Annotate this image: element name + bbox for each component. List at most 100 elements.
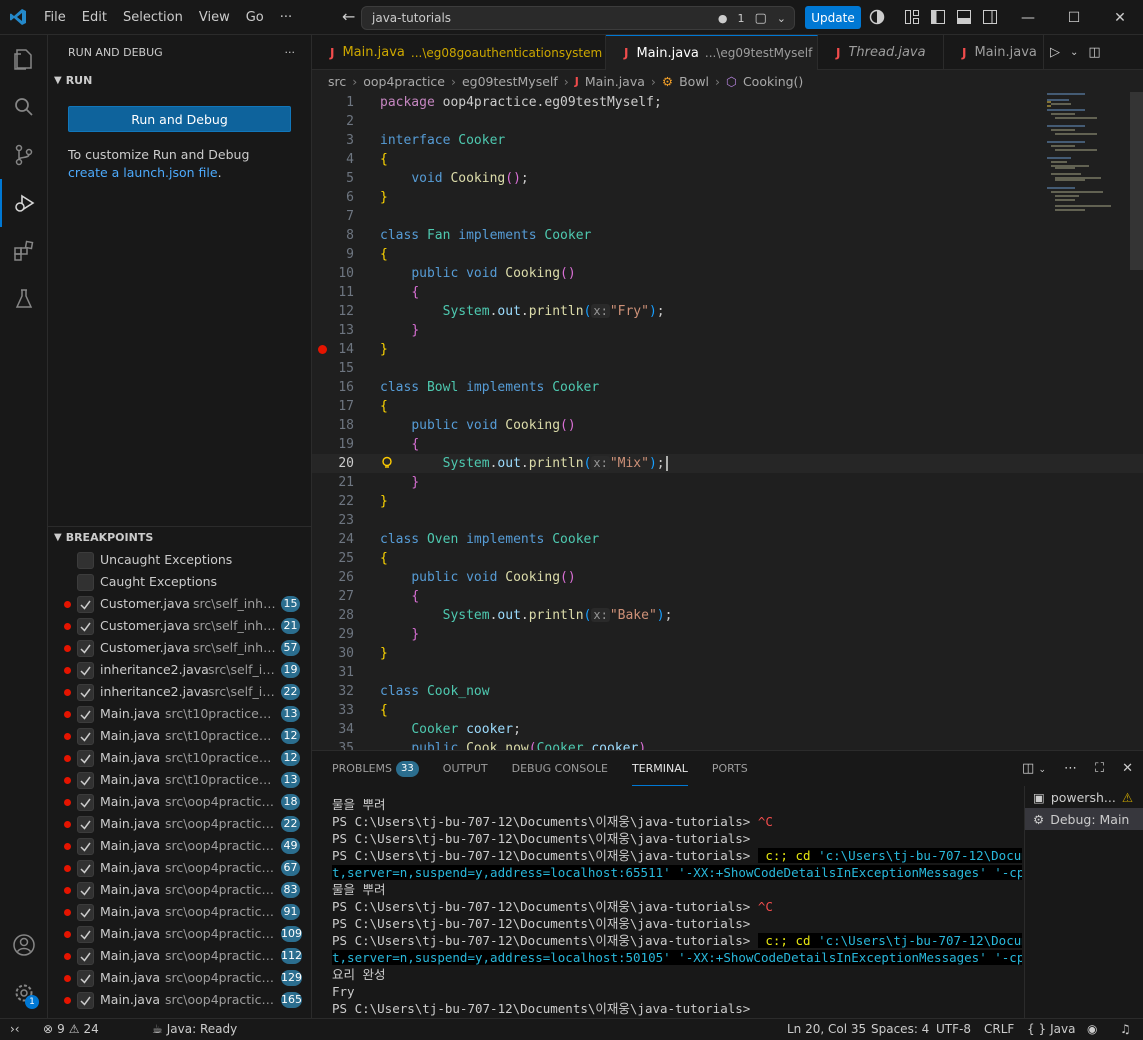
menu-file[interactable]: File — [36, 0, 74, 35]
source-control-icon[interactable] — [0, 131, 48, 179]
code-line[interactable]: 3 interface Cooker — [312, 131, 1143, 150]
tab-problems[interactable]: PROBLEMS 33 — [332, 751, 419, 786]
toggle-panel-icon[interactable] — [956, 9, 972, 25]
line-ending[interactable]: CRLF — [984, 1022, 1014, 1036]
code-line[interactable]: 11 { — [312, 283, 1143, 302]
breakpoint-row[interactable]: Main.java src\t10practices\e... 12 — [48, 747, 311, 769]
explorer-icon[interactable] — [0, 35, 48, 83]
menu-go[interactable]: Go — [238, 0, 272, 35]
code-line[interactable]: 7 — [312, 207, 1143, 226]
breakpoint-row[interactable]: Main.java src\oop4practice... 112 — [48, 945, 311, 967]
split-editor-icon[interactable]: ◫ — [1088, 45, 1100, 60]
run-file-icon[interactable]: ▷ — [1050, 45, 1060, 60]
maximize-panel-icon[interactable]: ⛶ — [1095, 761, 1104, 776]
checkbox-checked[interactable] — [77, 662, 94, 679]
tab-main-eg09[interactable]: J Main.java ...\eg09testMyself ✕ — [606, 35, 818, 70]
more-actions-icon[interactable]: ··· — [285, 35, 296, 70]
minimize-icon[interactable]: — — [1005, 0, 1051, 35]
menu-edit[interactable]: Edit — [74, 0, 115, 35]
breakpoint-row[interactable]: Customer.javasrc\self_inhrit... 57 — [48, 637, 311, 659]
testing-flask-icon[interactable] — [0, 275, 48, 323]
code-line[interactable]: 27 { — [312, 587, 1143, 606]
breakpoint-row[interactable]: Customer.javasrc\self_inhrit... 21 — [48, 615, 311, 637]
back-arrow-icon[interactable]: ← — [342, 7, 355, 26]
code-editor[interactable]: 1 package oop4practice.eg09testMyself; 2 3 i… — [312, 92, 1143, 750]
checkbox[interactable] — [77, 574, 94, 591]
code-line[interactable]: 19 { — [312, 435, 1143, 454]
code-line[interactable]: 17 { — [312, 397, 1143, 416]
close-panel-icon[interactable]: ✕ — [1122, 761, 1133, 776]
run-and-debug-button[interactable]: Run and Debug — [68, 106, 291, 132]
code-line[interactable]: 31 — [312, 663, 1143, 682]
code-line[interactable]: 18 public void Cooking() — [312, 416, 1143, 435]
breakpoint-row[interactable]: inheritance2.java src\self_in... 19 — [48, 659, 311, 681]
minimap[interactable] — [1045, 92, 1133, 252]
breakpoint-row[interactable]: Main.java src\t10practices\e... 13 — [48, 769, 311, 791]
command-center-search[interactable]: java-tutorials ● 1 ▢ ⌄ — [361, 6, 795, 30]
breakpoint-row[interactable]: Main.java src\oop4practice... 109 — [48, 923, 311, 945]
code-line[interactable]: 10 public void Cooking() — [312, 264, 1143, 283]
tab-main-eg08[interactable]: J Main.java ...\eg08goauthenticationsyst… — [312, 35, 606, 70]
code-line[interactable]: 35 public Cook_now(Cooker cooker) — [312, 739, 1143, 750]
code-line[interactable]: 21 } — [312, 473, 1143, 492]
customize-layout-icon[interactable] — [904, 9, 920, 25]
code-line[interactable]: 26 public void Cooking() — [312, 568, 1143, 587]
code-line[interactable]: 24 class Oven implements Cooker — [312, 530, 1143, 549]
code-line[interactable]: 9{ — [312, 245, 1143, 264]
exception-breakpoint-row[interactable]: Uncaught Exceptions — [48, 549, 311, 571]
editor-scrollbar[interactable] — [1130, 92, 1143, 270]
code-line[interactable]: 20 System.out.println(x: "Mix"); — [312, 454, 1143, 473]
maximize-icon[interactable]: ☐ — [1051, 0, 1097, 35]
code-line[interactable]: 22} — [312, 492, 1143, 511]
terminal-item-debug-main[interactable]: ⚙ Debug: Main — [1025, 808, 1143, 830]
code-line[interactable]: 4{ — [312, 150, 1143, 169]
search-icon[interactable] — [0, 83, 48, 131]
account-icon[interactable] — [0, 921, 48, 969]
breakpoint-row[interactable]: Main.java src\oop4practice\... 91 — [48, 901, 311, 923]
breadcrumb-package[interactable]: oop4practice — [363, 74, 445, 89]
breakpoint-row[interactable]: Main.java src\oop4practice\... 49 — [48, 835, 311, 857]
notifications-bell-icon[interactable]: ♫ — [1120, 1022, 1131, 1036]
chevron-down-icon[interactable]: ⌄ — [777, 12, 786, 25]
checkbox-checked[interactable] — [77, 904, 94, 921]
code-line[interactable]: 14} — [312, 340, 1143, 359]
code-line[interactable]: 2 — [312, 112, 1143, 131]
checkbox-checked[interactable] — [77, 926, 94, 943]
checkbox-checked[interactable] — [77, 750, 94, 767]
code-line[interactable]: 8 class Fan implements Cooker — [312, 226, 1143, 245]
code-line[interactable]: 32 class Cook_now — [312, 682, 1143, 701]
menu-view[interactable]: View — [191, 0, 238, 35]
language-mode[interactable]: { } Java — [1027, 1022, 1075, 1036]
copilot-status-icon[interactable]: ◉ — [1087, 1022, 1097, 1036]
split-terminal-icon[interactable]: ◫ ⌄ — [1022, 761, 1046, 776]
breakpoint-row[interactable]: Main.java src\oop4practice... 129 — [48, 967, 311, 989]
breakpoint-row[interactable]: Main.java src\oop4practice\... 67 — [48, 857, 311, 879]
breakpoint-row[interactable]: Customer.javasrc\self_inhrit... 15 — [48, 593, 311, 615]
checkbox-checked[interactable] — [77, 882, 94, 899]
code-line[interactable]: 6} — [312, 188, 1143, 207]
code-line[interactable]: 12 System.out.println(x: "Fry"); — [312, 302, 1143, 321]
checkbox-checked[interactable] — [77, 816, 94, 833]
terminal-item-powershell[interactable]: ▣ powersh... ⚠ — [1025, 786, 1143, 808]
code-line[interactable]: 34 Cooker cooker; — [312, 720, 1143, 739]
remote-icon[interactable]: ›‹ — [10, 1022, 20, 1036]
checkbox-checked[interactable] — [77, 992, 94, 1009]
breadcrumb-folder[interactable]: eg09testMyself — [462, 74, 558, 89]
problems-status[interactable]: ⊗ 9 ⚠ 24 — [43, 1022, 99, 1036]
tab-main-other[interactable]: J Main.java ... — [944, 35, 1044, 70]
code-line[interactable]: 29 } — [312, 625, 1143, 644]
encoding[interactable]: UTF-8 — [936, 1022, 971, 1036]
checkbox-checked[interactable] — [77, 618, 94, 635]
checkbox-checked[interactable] — [77, 970, 94, 987]
run-section-header[interactable]: ▼ RUN — [48, 70, 311, 92]
breakpoints-header[interactable]: ▼ BREAKPOINTS — [48, 527, 311, 549]
indentation[interactable]: Spaces: 4 — [871, 1022, 929, 1036]
toggle-secondary-sidebar-icon[interactable] — [982, 9, 998, 25]
terminal-output[interactable]: 물을 뿌려 PS C:\Users\tj-bu-707-12\Documents\… — [332, 796, 1022, 1019]
tab-ports[interactable]: PORTS — [712, 751, 748, 786]
breadcrumb-src[interactable]: src — [328, 74, 346, 89]
code-line[interactable]: 13 } — [312, 321, 1143, 340]
checkbox[interactable] — [77, 552, 94, 569]
update-button[interactable]: Update — [805, 6, 861, 29]
tab-thread[interactable]: J Thread.java — [818, 35, 944, 70]
